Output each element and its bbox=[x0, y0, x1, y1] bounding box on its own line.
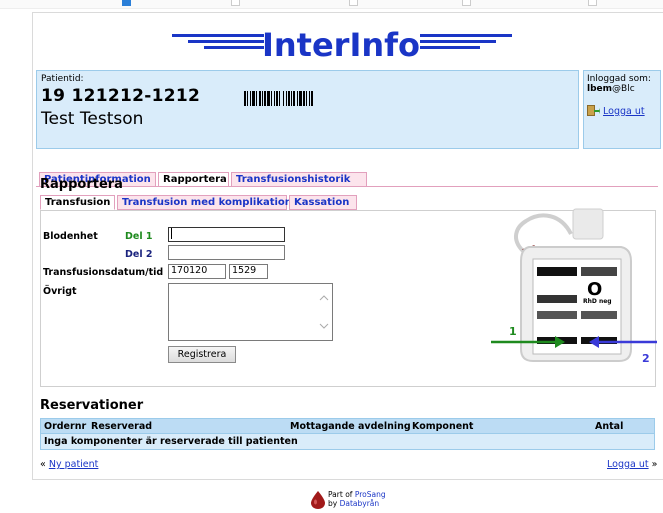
patient-id: 19 121212-1212 bbox=[41, 86, 201, 106]
toolbar-icon[interactable] bbox=[122, 0, 131, 6]
credit-line-1: Part of ProSang bbox=[328, 490, 386, 499]
patient-header: Patientid: 19 121212-1212 Test Testson bbox=[36, 70, 579, 149]
footer-logout-link[interactable]: Logga ut bbox=[607, 459, 649, 470]
tab-kassation[interactable]: Kassation bbox=[289, 195, 357, 210]
logout-door-icon bbox=[587, 105, 600, 116]
toolbar-checkbox[interactable] bbox=[462, 0, 471, 6]
col-ordernr: Ordernr bbox=[44, 421, 87, 432]
arrow-2-label: 2 bbox=[642, 352, 650, 365]
new-patient-prefix: « bbox=[40, 459, 46, 470]
main-tabs-underline bbox=[36, 186, 658, 187]
footer-logout-wrap: Logga ut » bbox=[607, 459, 657, 470]
credit-line-2: by Databyrån bbox=[328, 499, 386, 508]
col-komponent: Komponent bbox=[412, 421, 474, 432]
date-input[interactable]: 170120 bbox=[168, 264, 226, 279]
blood-rh: RhD neg bbox=[583, 298, 612, 305]
credit-prefix-2: by bbox=[328, 499, 338, 508]
col-antal: Antal bbox=[595, 421, 624, 432]
prosang-link[interactable]: ProSang bbox=[355, 490, 386, 499]
blodenhet-label: Blodenhet bbox=[43, 231, 98, 242]
toolbar-checkbox[interactable] bbox=[349, 0, 358, 6]
credit-prefix-1: Part of bbox=[328, 490, 353, 499]
text-cursor bbox=[171, 228, 172, 239]
tab-transfusion[interactable]: Transfusion bbox=[40, 195, 115, 210]
browser-toolbar-strip bbox=[0, 0, 663, 9]
scroll-down-icon bbox=[319, 323, 329, 329]
login-info: Inloggad som: lbem@Blc Logga ut bbox=[583, 70, 661, 149]
scroll-up-icon bbox=[319, 295, 329, 301]
reservations-table-header: Ordernr Reserverad Mottagande avdelning … bbox=[40, 418, 655, 434]
del2-label: Del 2 bbox=[125, 249, 153, 260]
col-mottagande-avdelning: Mottagande avdelning bbox=[290, 421, 411, 432]
time-input[interactable]: 1529 bbox=[229, 264, 268, 279]
registrera-button[interactable]: Registrera bbox=[168, 346, 236, 363]
section-title: Rapportera bbox=[40, 177, 123, 192]
logo-text: InterInfo bbox=[262, 26, 420, 64]
databyran-link[interactable]: Databyrån bbox=[340, 499, 380, 508]
tab-transfusion-med-komplikation[interactable]: Transfusion med komplikation bbox=[117, 195, 292, 210]
logged-in-user: lbem@Blc bbox=[587, 84, 660, 94]
interinfo-logo: InterInfo bbox=[172, 26, 512, 64]
footer-logout-suffix: » bbox=[651, 459, 658, 470]
col-reserverad: Reserverad bbox=[91, 421, 153, 432]
transfusionsdatum-label: Transfusionsdatum/tid bbox=[43, 267, 164, 278]
logout-link[interactable]: Logga ut bbox=[603, 106, 645, 117]
logged-in-label: Inloggad som: bbox=[587, 74, 651, 84]
user-domain: @Blc bbox=[612, 84, 635, 94]
new-patient-link-wrap: « Ny patient bbox=[40, 459, 98, 470]
logout-link-wrap[interactable]: Logga ut bbox=[587, 105, 645, 117]
arrow-1-label: 1 bbox=[509, 325, 517, 338]
toolbar-checkbox[interactable] bbox=[588, 0, 597, 6]
rapportera-panel: Blodenhet Del 1 Del 2 Transfusionsdatum/… bbox=[40, 208, 657, 387]
ovrigt-label: Övrigt bbox=[43, 286, 77, 297]
textarea-scrollbar[interactable] bbox=[319, 294, 329, 330]
tab-rapportera[interactable]: Rapportera bbox=[158, 172, 229, 187]
patient-barcode bbox=[244, 91, 313, 106]
blood-bag-image: O RhD neg 1 2 bbox=[491, 208, 657, 365]
blood-group: O bbox=[587, 279, 602, 300]
del1-label: Del 1 bbox=[125, 231, 153, 242]
toolbar-checkbox[interactable] bbox=[231, 0, 240, 6]
credit-block: Part of ProSang by Databyrån bbox=[328, 490, 386, 508]
patient-name: Test Testson bbox=[41, 109, 144, 129]
bag-port bbox=[572, 208, 604, 240]
tab-transfusionshistorik[interactable]: Transfusionshistorik bbox=[231, 172, 367, 187]
prosang-drop-icon bbox=[311, 491, 325, 509]
reservations-title: Reservationer bbox=[40, 398, 144, 413]
reservations-empty-row: Inga komponenter är reserverade till pat… bbox=[40, 434, 655, 450]
ovrigt-textarea[interactable] bbox=[168, 283, 333, 341]
del1-input[interactable] bbox=[168, 227, 285, 242]
del2-input[interactable] bbox=[168, 245, 285, 260]
user-name: lbem bbox=[587, 84, 613, 94]
new-patient-link[interactable]: Ny patient bbox=[49, 459, 99, 470]
patient-id-label: Patientid: bbox=[41, 74, 84, 84]
